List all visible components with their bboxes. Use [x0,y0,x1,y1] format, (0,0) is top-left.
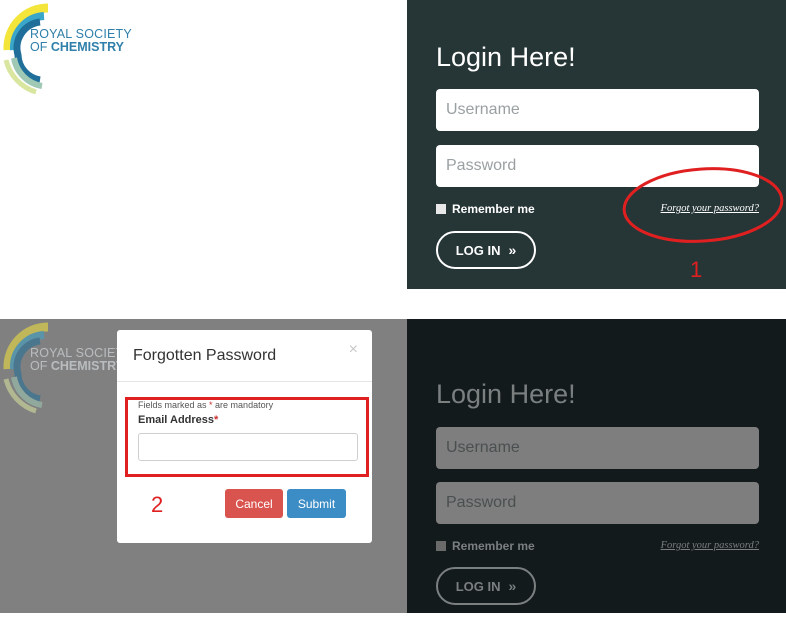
annotation-rect-2 [125,397,369,477]
login-button-label: LOG IN [455,242,501,258]
username-input[interactable]: Username [436,89,759,131]
login-panel: Login Here! Username Password Remember m… [407,0,786,289]
annotation-step-1: 1 [690,257,703,282]
double-chevron-right-icon: » [508,242,517,258]
remember-me-checkbox[interactable]: Remember me [436,202,535,216]
modal-title: Forgotten Password [133,347,277,364]
checkbox-icon[interactable] [436,204,446,214]
login-panel-dimmed: Login Here! Username Password Remember m… [407,319,786,613]
login-title: Login Here! [436,42,576,72]
close-icon[interactable]: × [349,341,358,359]
login-button[interactable]: LOG IN » [436,231,536,269]
annotation-ellipse-1 [622,167,784,243]
checkbox-icon[interactable] [436,541,446,551]
rsc-logo-dimmed: ROYAL SOCIETY OF CHEMISTRY [0,319,132,414]
logo-line-2: OF CHEMISTRY [30,40,124,54]
annotation-step-2: 2 [151,492,164,517]
rsc-logo: ROYAL SOCIETY OF CHEMISTRY [0,0,132,95]
remember-me-label: Remember me [452,539,535,553]
forgot-password-link[interactable]: Forgot your password? [661,540,759,551]
login-button-label: LOG IN [455,578,501,594]
double-chevron-right-icon: » [508,578,517,594]
username-input[interactable]: Username [436,427,759,469]
submit-button[interactable]: Submit [287,489,346,518]
login-button[interactable]: LOG IN » [436,567,536,605]
login-title: Login Here! [436,379,576,409]
remember-me-label: Remember me [452,202,535,216]
password-input[interactable]: Password [436,482,759,524]
cancel-button[interactable]: Cancel [225,489,283,518]
modal-divider [117,381,372,382]
remember-me-checkbox[interactable]: Remember me [436,539,535,553]
logo-line-2: OF CHEMISTRY [30,359,124,373]
